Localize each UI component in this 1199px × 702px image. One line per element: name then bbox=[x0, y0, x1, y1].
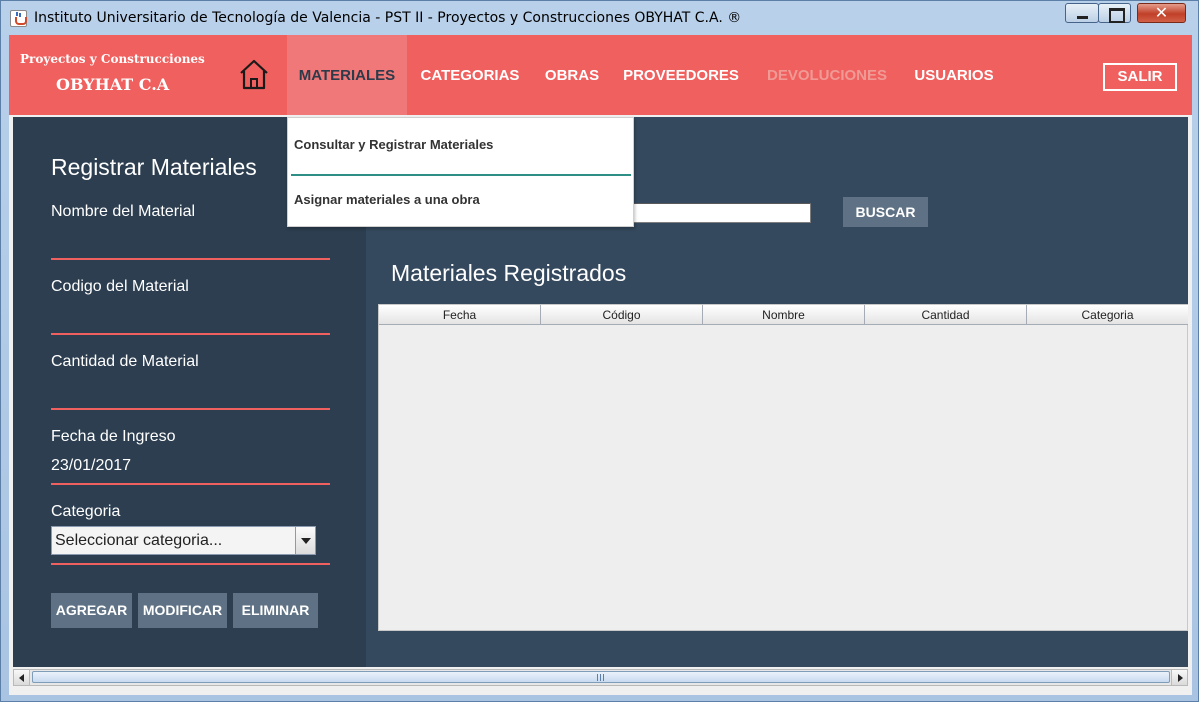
material-code-label: Codigo del Material bbox=[51, 278, 189, 295]
nav-devoluciones[interactable]: DEVOLUCIONES bbox=[763, 35, 891, 115]
category-select-value: Seleccionar categoria... bbox=[55, 532, 223, 549]
category-select[interactable]: Seleccionar categoria... bbox=[51, 526, 316, 555]
form-title: Registrar Materiales bbox=[51, 154, 257, 180]
scroll-left-icon[interactable] bbox=[14, 670, 30, 685]
material-name-field[interactable] bbox=[51, 258, 330, 260]
nav-obras[interactable]: OBRAS bbox=[539, 35, 605, 115]
app-window: Instituto Universitario de Tecnología de… bbox=[0, 0, 1199, 702]
close-window-button[interactable]: ✕ bbox=[1137, 3, 1186, 23]
title-bar[interactable]: Instituto Universitario de Tecnología de… bbox=[1, 1, 1198, 35]
search-input[interactable] bbox=[633, 203, 811, 223]
column-header-nombre[interactable]: Nombre bbox=[703, 305, 865, 325]
brand-name-line2: OBYHAT C.A bbox=[56, 75, 170, 94]
scrollbar-thumb[interactable] bbox=[32, 671, 1170, 683]
column-header-fecha[interactable]: Fecha bbox=[379, 305, 541, 325]
nav-categorias[interactable]: CATEGORIAS bbox=[413, 35, 527, 115]
brand-name-line1: Proyectos y Construcciones bbox=[20, 52, 205, 66]
grip-icon bbox=[597, 674, 604, 681]
materials-table[interactable]: Fecha Código Nombre Cantidad Categoria bbox=[378, 304, 1188, 631]
delete-button[interactable]: ELIMINAR bbox=[233, 593, 318, 628]
material-qty-field[interactable] bbox=[51, 408, 330, 410]
maximize-button[interactable] bbox=[1098, 3, 1131, 23]
window-title: Instituto Universitario de Tecnología de… bbox=[34, 10, 742, 26]
column-header-categoria[interactable]: Categoria bbox=[1027, 305, 1188, 325]
modify-button[interactable]: MODIFICAR bbox=[138, 593, 227, 628]
nav-materiales[interactable]: MATERIALES bbox=[287, 35, 407, 115]
category-label: Categoria bbox=[51, 503, 121, 520]
menu-item-consultar-registrar[interactable]: Consultar y Registrar Materiales bbox=[294, 137, 493, 152]
column-header-codigo[interactable]: Código bbox=[541, 305, 703, 325]
search-button[interactable]: BUSCAR bbox=[843, 197, 928, 227]
materiales-dropdown-menu: Consultar y Registrar Materiales Asignar… bbox=[287, 117, 634, 227]
column-header-cantidad[interactable]: Cantidad bbox=[865, 305, 1027, 325]
chevron-down-icon[interactable] bbox=[295, 527, 315, 554]
nav-usuarios[interactable]: USUARIOS bbox=[909, 35, 999, 115]
category-underline bbox=[51, 563, 330, 565]
nav-proveedores[interactable]: PROVEEDORES bbox=[621, 35, 741, 115]
material-name-label: Nombre del Material bbox=[51, 203, 196, 220]
date-underline bbox=[51, 483, 330, 485]
minimize-button[interactable] bbox=[1065, 3, 1099, 23]
top-nav: Proyectos y Construcciones OBYHAT C.A MA… bbox=[9, 35, 1192, 115]
material-code-field[interactable] bbox=[51, 333, 330, 335]
table-header: Fecha Código Nombre Cantidad Categoria bbox=[379, 305, 1188, 325]
material-qty-label: Cantidad de Material bbox=[51, 353, 199, 370]
add-button[interactable]: AGREGAR bbox=[51, 593, 132, 628]
java-app-icon bbox=[10, 10, 27, 27]
horizontal-scrollbar[interactable] bbox=[13, 669, 1188, 686]
home-icon[interactable] bbox=[237, 57, 271, 91]
registered-materials-title: Materiales Registrados bbox=[391, 260, 627, 286]
menu-item-asignar-obra[interactable]: Asignar materiales a una obra bbox=[294, 192, 480, 207]
menu-separator bbox=[291, 174, 631, 176]
date-field[interactable]: 23/01/2017 bbox=[51, 457, 131, 475]
close-icon: ✕ bbox=[1154, 3, 1169, 22]
scroll-right-icon[interactable] bbox=[1171, 670, 1187, 685]
date-label: Fecha de Ingreso bbox=[51, 428, 176, 445]
logout-button[interactable]: SALIR bbox=[1103, 63, 1177, 91]
